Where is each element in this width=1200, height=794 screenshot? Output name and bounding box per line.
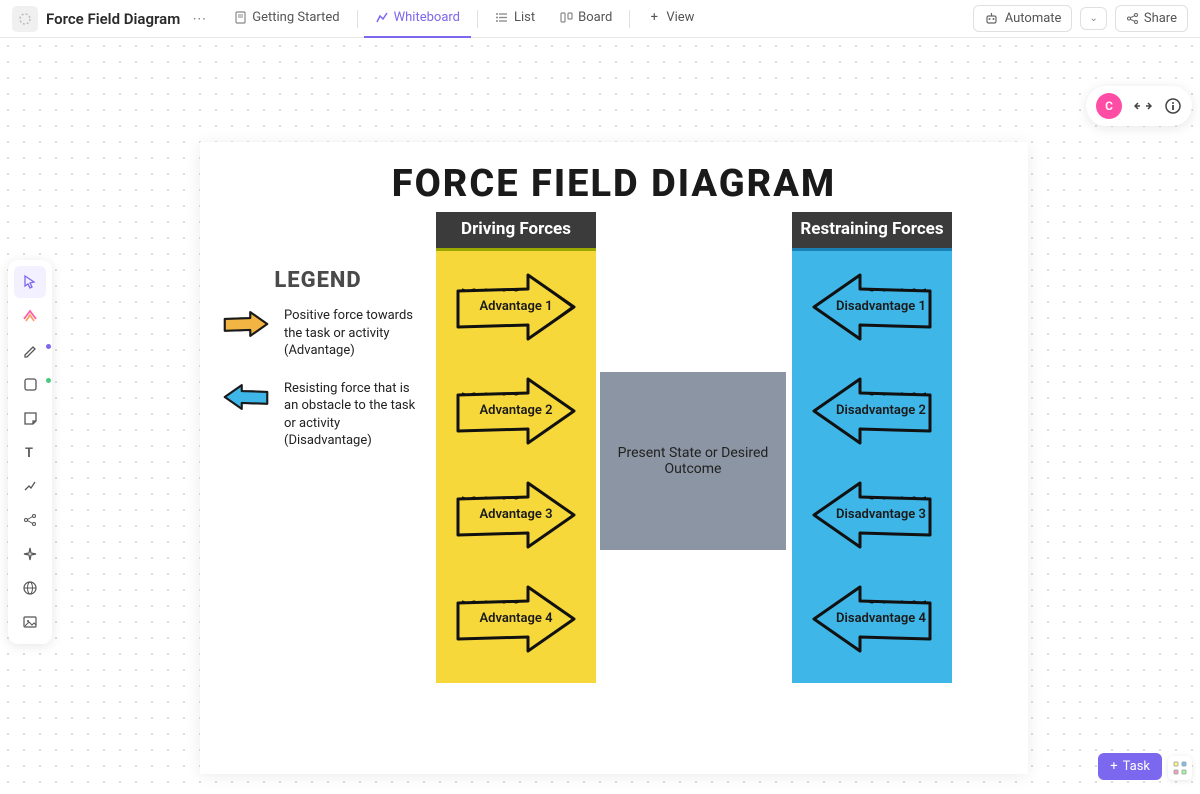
tab-label: List — [514, 10, 535, 25]
legend-positive: Positive force towards the task or activ… — [218, 307, 418, 360]
automate-button[interactable]: Automate — [973, 5, 1073, 32]
pen-tool[interactable] — [14, 334, 46, 366]
robot-icon — [984, 11, 999, 26]
tab-divider — [629, 10, 630, 28]
ai-tool[interactable] — [14, 300, 46, 332]
whiteboard-document[interactable]: FORCE FIELD DIAGRAM LEGEND Positive forc… — [200, 142, 1028, 774]
legend-resisting: Resisting force that is an obstacle to t… — [218, 380, 418, 450]
disadvantage-4[interactable]: Disadvantage 4 — [806, 573, 938, 665]
diagram-title: FORCE FIELD DIAGRAM — [200, 142, 1028, 216]
collaborators-pill: C — [1086, 86, 1192, 126]
automate-label: Automate — [1005, 11, 1062, 26]
tab-list[interactable]: List — [484, 0, 546, 38]
driving-forces-column: Driving Forces Advantage 1 Advantage 2 A… — [436, 212, 596, 683]
advantage-2[interactable]: Advantage 2 — [450, 365, 582, 457]
more-options-icon[interactable]: ⋯ — [188, 11, 210, 27]
new-task-button[interactable]: + Task — [1098, 753, 1162, 780]
drawing-toolbar: T — [8, 260, 52, 644]
page-title: Force Field Diagram — [46, 10, 180, 28]
restraining-forces-column: Restraining Forces Disadvantage 1 Disadv… — [792, 212, 952, 683]
driving-body: Advantage 1 Advantage 2 Advantage 3 Adva… — [436, 248, 596, 683]
legend-positive-text: Positive force towards the task or activ… — [284, 307, 418, 360]
mindmap-tool[interactable] — [14, 504, 46, 536]
tab-whiteboard[interactable]: Whiteboard — [364, 0, 471, 38]
plus-icon: + — [647, 11, 661, 25]
view-tabs: Getting Started Whiteboard List Board + … — [222, 0, 705, 38]
board-icon — [559, 11, 573, 25]
legend-title: LEGEND — [218, 268, 418, 293]
sticky-tool[interactable] — [14, 402, 46, 434]
share-label: Share — [1144, 11, 1177, 26]
sparkle-tool[interactable] — [14, 538, 46, 570]
restraining-header: Restraining Forces — [792, 212, 952, 248]
advantage-4[interactable]: Advantage 4 — [450, 573, 582, 665]
share-icon — [1126, 12, 1139, 25]
tab-divider — [477, 10, 478, 28]
legend: LEGEND Positive force towards the task o… — [218, 268, 418, 470]
document-icon — [12, 6, 38, 32]
advantage-3[interactable]: Advantage 3 — [450, 469, 582, 561]
text-tool[interactable]: T — [14, 436, 46, 468]
disadvantage-1[interactable]: Disadvantage 1 — [806, 261, 938, 353]
left-arrow-icon — [218, 380, 274, 414]
disadvantage-2[interactable]: Disadvantage 2 — [806, 365, 938, 457]
fit-icon[interactable] — [1134, 99, 1152, 113]
task-label: Task — [1123, 759, 1150, 774]
apps-button[interactable] — [1168, 756, 1192, 780]
tab-label: View — [666, 10, 694, 25]
tab-label: Getting Started — [252, 10, 339, 25]
driving-header: Driving Forces — [436, 212, 596, 248]
plus-icon: + — [1110, 759, 1117, 774]
svg-text:T: T — [25, 446, 33, 460]
tab-label: Whiteboard — [394, 10, 460, 25]
tab-getting-started[interactable]: Getting Started — [222, 0, 350, 38]
disadvantage-3[interactable]: Disadvantage 3 — [806, 469, 938, 561]
tab-divider — [357, 10, 358, 28]
automate-chevron[interactable]: ⌄ — [1080, 7, 1106, 30]
shape-tool[interactable] — [14, 368, 46, 400]
share-button[interactable]: Share — [1115, 5, 1188, 32]
center-outcome-box[interactable]: Present State or Desired Outcome — [600, 372, 786, 550]
advantage-1[interactable]: Advantage 1 — [450, 261, 582, 353]
legend-resisting-text: Resisting force that is an obstacle to t… — [284, 380, 418, 450]
web-tool[interactable] — [14, 572, 46, 604]
select-tool[interactable] — [14, 266, 46, 298]
image-tool[interactable] — [14, 606, 46, 638]
right-arrow-icon — [218, 307, 274, 341]
connector-tool[interactable] — [14, 470, 46, 502]
restraining-body: Disadvantage 1 Disadvantage 2 Disadvanta… — [792, 248, 952, 683]
user-avatar[interactable]: C — [1096, 93, 1122, 119]
whiteboard-icon — [375, 11, 389, 25]
tab-label: Board — [578, 10, 612, 25]
doc-icon — [233, 11, 247, 25]
list-icon — [495, 11, 509, 25]
tab-board[interactable]: Board — [548, 0, 623, 38]
header-right: Automate ⌄ Share — [973, 5, 1188, 32]
canvas[interactable]: T C FORCE FIELD DIAGRAM LEGEND Positive … — [0, 38, 1200, 794]
tab-add-view[interactable]: + View — [636, 0, 705, 38]
info-icon[interactable] — [1164, 97, 1182, 115]
app-header: Force Field Diagram ⋯ Getting Started Wh… — [0, 0, 1200, 38]
